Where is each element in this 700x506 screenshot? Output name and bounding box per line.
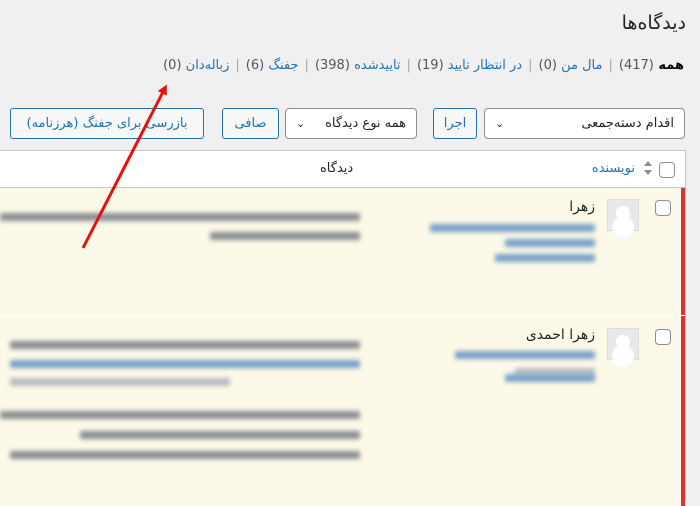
select-all-checkbox[interactable] [659, 162, 675, 178]
column-comment: دیدگاه [320, 161, 354, 176]
separator: | [235, 58, 240, 73]
author-name[interactable]: زهرا [569, 199, 595, 215]
author-email-blurred [430, 224, 595, 232]
author-name[interactable]: زهرا احمدی [526, 327, 595, 343]
chevron-down-icon: ⌄ [296, 117, 306, 130]
comment-text-blurred [0, 213, 360, 221]
bulk-action-select[interactable]: اقدام دسته‌جمعی ⌄ [484, 108, 685, 139]
comment-type-value: همه نوع دیدگاه [325, 116, 406, 131]
chevron-down-icon: ⌄ [495, 117, 505, 130]
author-email-blurred [455, 351, 595, 359]
comment-link-blurred [10, 360, 360, 368]
separator: | [608, 58, 613, 73]
page-title: دیدگاه‌ها [621, 12, 686, 34]
row-checkbox[interactable] [655, 329, 671, 345]
filter-button[interactable]: صافی [222, 108, 279, 139]
status-filters: همه (417) | مال من (0) | در انتظار تایید… [163, 58, 684, 73]
comment-text-blurred [10, 378, 230, 386]
filter-all[interactable]: همه (417) [619, 58, 684, 73]
table-header: نویسنده دیدگاه [0, 151, 685, 188]
author-url-blurred [505, 239, 595, 247]
comments-table: نویسنده دیدگاه زهرا زهرا احمدی [0, 150, 686, 506]
author-ip-blurred [505, 374, 595, 382]
column-author[interactable]: نویسنده [592, 161, 635, 176]
comment-text-blurred [210, 232, 360, 240]
filter-spam[interactable]: جفنگ (6) [246, 58, 299, 73]
separator: | [406, 58, 411, 73]
comment-text-blurred [10, 451, 360, 459]
filter-approved[interactable]: تاییدشده (398) [315, 58, 401, 73]
filter-trash[interactable]: زباله‌دان (0) [163, 58, 229, 73]
filter-pending[interactable]: در انتظار تایید (19) [417, 58, 522, 73]
sort-icon[interactable] [643, 159, 653, 177]
table-row: زهرا احمدی [0, 316, 685, 506]
avatar [607, 199, 639, 231]
comment-text-blurred [0, 411, 360, 419]
separator: | [528, 58, 533, 73]
filter-mine[interactable]: مال من (0) [539, 58, 603, 73]
row-checkbox[interactable] [655, 200, 671, 216]
avatar [607, 328, 639, 360]
table-row: زهرا [0, 188, 685, 315]
comment-type-select[interactable]: همه نوع دیدگاه ⌄ [285, 108, 417, 139]
separator: | [304, 58, 309, 73]
comment-text-blurred [10, 341, 360, 349]
comment-text-blurred [80, 431, 360, 439]
apply-button[interactable]: اجرا [433, 108, 477, 139]
check-spam-button[interactable]: بازرسی برای جفنگ (هرزنامه) [10, 108, 204, 139]
bulk-action-value: اقدام دسته‌جمعی [581, 116, 674, 131]
author-ip-blurred [495, 254, 595, 262]
